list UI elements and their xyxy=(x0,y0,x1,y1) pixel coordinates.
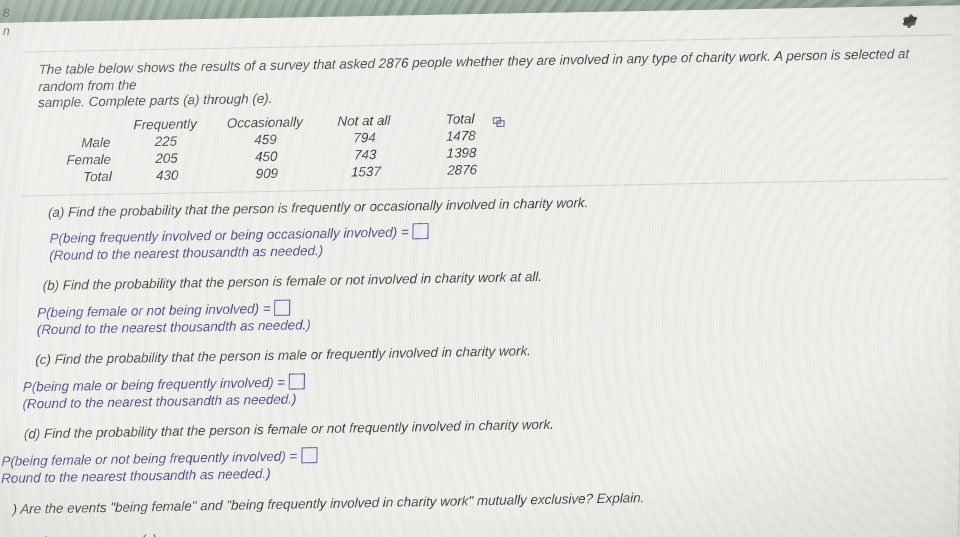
part-d-answer-input[interactable] xyxy=(301,447,318,464)
column-header-not-at-all: Not at all xyxy=(337,112,391,129)
part-d: (d) Find the probability that the person… xyxy=(1,408,946,486)
row-header-female: Female xyxy=(66,151,112,168)
cell-female-not-at-all: 743 xyxy=(353,146,377,162)
part-b: (b) Find the probability that the person… xyxy=(37,260,949,338)
cell-female-occasionally: 450 xyxy=(254,148,278,164)
copy-duplicate-icon[interactable] xyxy=(492,116,505,128)
column-header-occasionally: Occasionally xyxy=(226,113,303,131)
cell-total-not-at-all: 1537 xyxy=(350,163,382,179)
cell-total-occasionally: 909 xyxy=(255,165,279,181)
part-c-answer-group: P(being male or being frequently involve… xyxy=(22,361,946,412)
part-e: ) Are the events "being female" and "bei… xyxy=(12,483,944,517)
screen-photo: ... Quiz: 15 pts possible The table belo… xyxy=(0,0,960,537)
cell-female-frequently: 205 xyxy=(155,150,178,166)
part-a-answer-input[interactable] xyxy=(412,223,429,240)
cell-male-occasionally: 459 xyxy=(254,131,277,147)
prompt-line-2: sample. Complete parts (a) through (e). xyxy=(37,90,273,111)
gear-icon[interactable] xyxy=(899,11,919,31)
screen-plane: ... Quiz: 15 pts possible The table belo… xyxy=(0,0,960,537)
part-c: (c) Find the probability that the person… xyxy=(22,334,947,412)
row-header-total: Total xyxy=(83,168,112,184)
background-window-fragment: 8 n xyxy=(3,4,33,40)
survey-table: Frequently Occasionally Not at all Total… xyxy=(37,110,508,187)
background-fragment-line-1: 8 xyxy=(3,6,10,20)
cell-total-total: 2876 xyxy=(447,161,478,178)
table-corner-cell xyxy=(37,117,115,135)
question-prompt: The table below shows the results of a s… xyxy=(38,46,929,112)
background-fragment-line-2: n xyxy=(3,24,10,38)
column-header-frequently: Frequently xyxy=(133,115,197,132)
survey-table-wrap: Frequently Occasionally Not at all Total… xyxy=(37,110,508,187)
question-content-card: The table below shows the results of a s… xyxy=(1,5,954,537)
part-e-question: ) Are the events "being female" and "bei… xyxy=(12,489,645,517)
part-b-answer-group: P(being female or not being involved) = … xyxy=(37,287,948,338)
cell-total-frequently: 430 xyxy=(155,167,179,183)
part-c-answer-input[interactable] xyxy=(289,373,306,390)
question-body: The table below shows the results of a s… xyxy=(1,35,953,537)
cell-female-total: 1398 xyxy=(446,144,477,161)
part-b-answer-input[interactable] xyxy=(274,299,291,316)
part-a-answer-group: P(being frequently involved or being occ… xyxy=(49,213,949,264)
row-header-male: Male xyxy=(81,134,111,150)
cell-male-not-at-all: 794 xyxy=(353,129,376,145)
cell-male-total: 1478 xyxy=(445,127,476,144)
part-a: (a) Find the probability that the person… xyxy=(47,187,950,264)
select-answer-note: k to select your answer(s). xyxy=(4,517,944,537)
cell-male-frequently: 225 xyxy=(154,133,178,149)
part-d-answer-group: P(being female or not being frequently i… xyxy=(1,435,945,486)
